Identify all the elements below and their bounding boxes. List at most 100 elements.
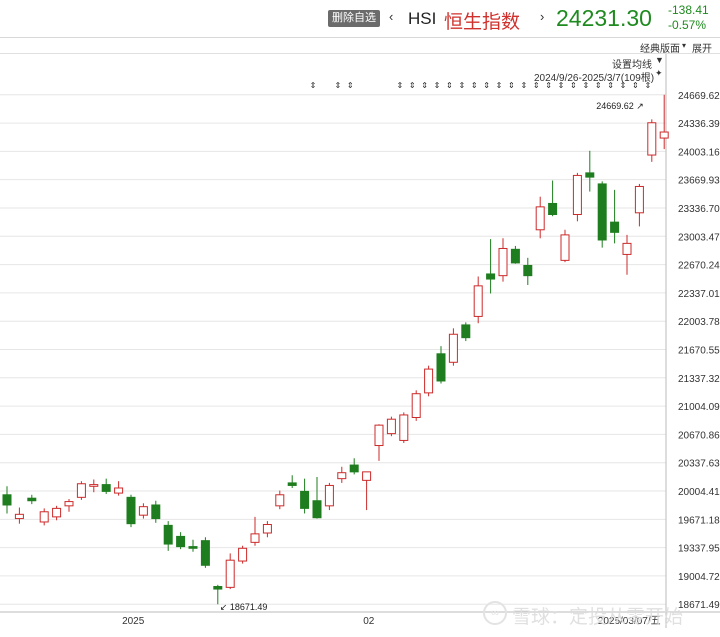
candle-body — [324, 484, 334, 507]
event-marker-icon: ⇕ — [570, 81, 577, 90]
event-marker-icon: ⇕ — [483, 81, 490, 90]
event-marker-icon: ⇕ — [334, 81, 341, 90]
candle-body — [188, 546, 198, 549]
y-tick-label: 18671.49 — [678, 600, 720, 611]
y-tick-label: 23669.93 — [678, 176, 720, 187]
candle-body — [200, 540, 210, 566]
candle-body — [138, 506, 148, 516]
y-tick-label: 23003.47 — [678, 232, 720, 243]
candle-body — [101, 484, 111, 492]
candle-body — [76, 483, 86, 498]
candle-body — [126, 496, 136, 525]
event-marker-icon: ⇕ — [620, 81, 627, 90]
event-marker-icon: ⇕ — [545, 81, 552, 90]
candle-body — [597, 183, 607, 241]
candle-body — [461, 324, 471, 339]
y-tick-label: 19004.72 — [678, 572, 720, 583]
candle-body — [39, 511, 49, 523]
candle-body — [560, 234, 570, 261]
candle-body — [585, 172, 595, 178]
y-tick-label: 19671.18 — [678, 515, 720, 526]
event-marker-icon: ⇕ — [347, 81, 354, 90]
candle-body — [448, 333, 458, 363]
candle-body — [64, 501, 74, 507]
event-marker-icon: ⇕ — [558, 81, 565, 90]
event-marker-icon: ⇕ — [310, 81, 317, 90]
y-tick-label: 21337.32 — [678, 374, 720, 385]
candle-body — [510, 248, 520, 264]
event-marker-icon: ⇕ — [508, 81, 515, 90]
candle-body — [424, 368, 434, 394]
event-marker-icon: ⇕ — [520, 81, 527, 90]
candle-body — [622, 242, 632, 255]
candle-body — [238, 547, 248, 562]
candle-body — [176, 535, 186, 548]
candle-body — [498, 247, 508, 277]
candle-body — [535, 206, 545, 231]
candle-body — [14, 513, 24, 520]
event-marker-icon: ⇕ — [396, 81, 403, 90]
y-tick-label: 24669.62 — [678, 91, 720, 102]
candle-body — [386, 418, 396, 435]
event-marker-icon: ⇕ — [421, 81, 428, 90]
candle-body — [548, 202, 558, 215]
snowball-logo-icon: ∞ — [483, 601, 507, 625]
candle-body — [275, 494, 285, 507]
event-marker-icon: ⇕ — [582, 81, 589, 90]
candle-body — [399, 414, 409, 441]
watermark-text: 雪球：定投从零开始 — [512, 607, 684, 628]
candlestick-chart[interactable]: 24669.62 24336.39 24003.16 23669.93 23336.70… — [0, 0, 720, 637]
x-tick-label: 02 — [363, 616, 375, 627]
candle-body — [572, 174, 582, 216]
candle-body — [436, 353, 446, 382]
candle-body — [250, 533, 260, 543]
candle-body — [610, 221, 620, 233]
event-marker-icon: ⇕ — [644, 81, 651, 90]
event-marker-icon: ⇕ — [409, 81, 416, 90]
y-tick-label: 20004.41 — [678, 487, 720, 498]
y-tick-label: 22670.24 — [678, 261, 720, 272]
y-tick-label: 24003.16 — [678, 147, 720, 158]
y-tick-label: 20670.86 — [678, 430, 720, 441]
candle-body — [473, 285, 483, 317]
y-tick-label: 20337.63 — [678, 459, 720, 470]
candle-body — [163, 524, 173, 545]
candle-body — [659, 131, 669, 139]
candle-body — [52, 507, 62, 518]
event-marker-icon: ⇕ — [496, 81, 503, 90]
candle-body — [89, 484, 99, 487]
event-marker-icon: ⇕ — [595, 81, 602, 90]
candle-body — [523, 264, 533, 277]
y-tick-label: 22003.78 — [678, 317, 720, 328]
event-marker-icon: ⇕ — [446, 81, 453, 90]
candle-body — [262, 524, 272, 534]
candle-body — [634, 185, 644, 214]
low-price-label: ↙ 18671.49 — [220, 602, 268, 612]
event-marker-icon: ⇕ — [607, 81, 614, 90]
candle-body — [2, 494, 12, 506]
candle-body — [362, 471, 372, 481]
y-tick-label: 24336.39 — [678, 119, 720, 130]
candle-body — [27, 497, 37, 502]
candle-body — [225, 559, 235, 588]
candle-body — [411, 393, 421, 418]
candle-body — [114, 487, 124, 494]
candle-body — [300, 490, 310, 509]
candle-body — [349, 464, 359, 473]
event-marker-icon: ⇕ — [458, 81, 465, 90]
candle-body — [151, 504, 161, 520]
candle-body — [374, 424, 384, 447]
event-marker-icon: ⇕ — [632, 81, 639, 90]
x-tick-label: 2025 — [122, 616, 145, 627]
event-marker-icon: ⇕ — [533, 81, 540, 90]
candle-body — [337, 472, 347, 480]
candle-body — [287, 482, 297, 486]
candle-body — [486, 273, 496, 280]
high-price-label: 24669.62 ↗ — [596, 101, 644, 111]
y-tick-label: 22337.01 — [678, 289, 720, 300]
event-marker-icon: ⇕ — [471, 81, 478, 90]
candle-body — [312, 500, 322, 519]
candle-body — [647, 122, 657, 156]
y-tick-label: 23336.70 — [678, 204, 720, 215]
candle-body — [213, 586, 223, 590]
